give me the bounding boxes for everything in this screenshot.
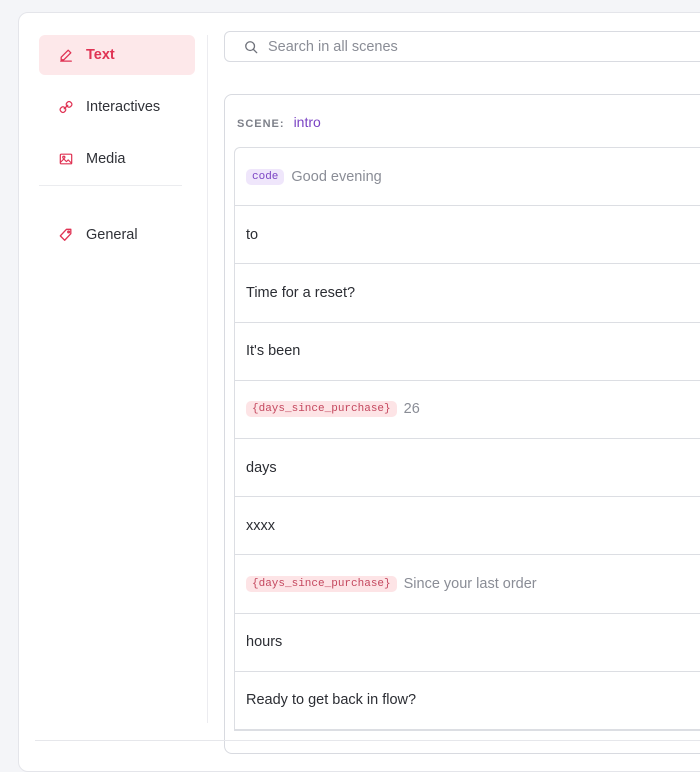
sidebar-item-label: Media (86, 151, 126, 167)
sidebar-item-label: Text (86, 47, 115, 63)
entry-text: hours (246, 634, 283, 651)
entry-preview-text: Since your last order (403, 575, 537, 592)
entry-preview-text: Good evening (291, 168, 382, 185)
sidebar-divider (39, 185, 182, 186)
variable-chip: {days_since_purchase} (246, 401, 397, 418)
entry-text: Time for a reset? (246, 284, 356, 301)
text-entry-row[interactable]: xxxx (235, 497, 700, 556)
pencil-icon (59, 48, 73, 62)
sidebar-vertical-divider (207, 35, 208, 723)
settings-panel: Text Interactives Media General Search i… (18, 12, 700, 772)
link-icon (59, 100, 73, 114)
scene-name: intro (293, 114, 321, 130)
text-entry-row[interactable]: {days_since_purchase} Since your last or… (235, 555, 700, 614)
footer-divider (35, 740, 700, 741)
search-box[interactable] (224, 31, 700, 62)
sidebar-item-general[interactable]: General (39, 215, 195, 255)
text-entries-list: code Good evening to Time for a reset? I… (234, 147, 700, 731)
text-entry-row[interactable]: days (235, 439, 700, 498)
entry-text: days (246, 459, 277, 476)
sidebar-item-media[interactable]: Media (39, 139, 195, 179)
sidebar-item-label: Interactives (86, 99, 161, 115)
search-input[interactable] (268, 38, 668, 55)
entry-text: xxxx (246, 517, 275, 534)
tag-icon (59, 228, 73, 242)
image-icon (59, 152, 73, 166)
variable-chip: {days_since_purchase} (246, 575, 397, 592)
code-chip: code (246, 168, 285, 185)
sidebar-item-interactives[interactable]: Interactives (39, 87, 195, 127)
sidebar-item-label: General (86, 227, 138, 243)
scene-label: SCENE: (237, 118, 285, 130)
entry-text: Ready to get back in flow? (246, 692, 417, 709)
text-entry-row[interactable]: to (235, 206, 700, 265)
sidebar-item-text[interactable]: Text (39, 35, 195, 75)
scene-card: SCENE: intro code Good evening to Time f… (224, 94, 700, 754)
text-entry-row[interactable]: Time for a reset? (235, 264, 700, 323)
entry-text: to (246, 226, 259, 243)
text-entry-row[interactable]: Ready to get back in flow? (235, 672, 700, 730)
scene-header: SCENE: intro (237, 114, 321, 130)
search-icon (245, 40, 258, 53)
text-entry-row[interactable]: code Good evening (235, 148, 700, 207)
text-entry-row[interactable]: hours (235, 614, 700, 672)
sidebar: Text Interactives Media General (39, 35, 195, 243)
entry-text: It's been (246, 343, 301, 360)
entry-preview-text: 26 (403, 401, 420, 418)
text-entry-row[interactable]: {days_since_purchase} 26 (235, 381, 700, 439)
text-entry-row[interactable]: It's been (235, 323, 700, 381)
